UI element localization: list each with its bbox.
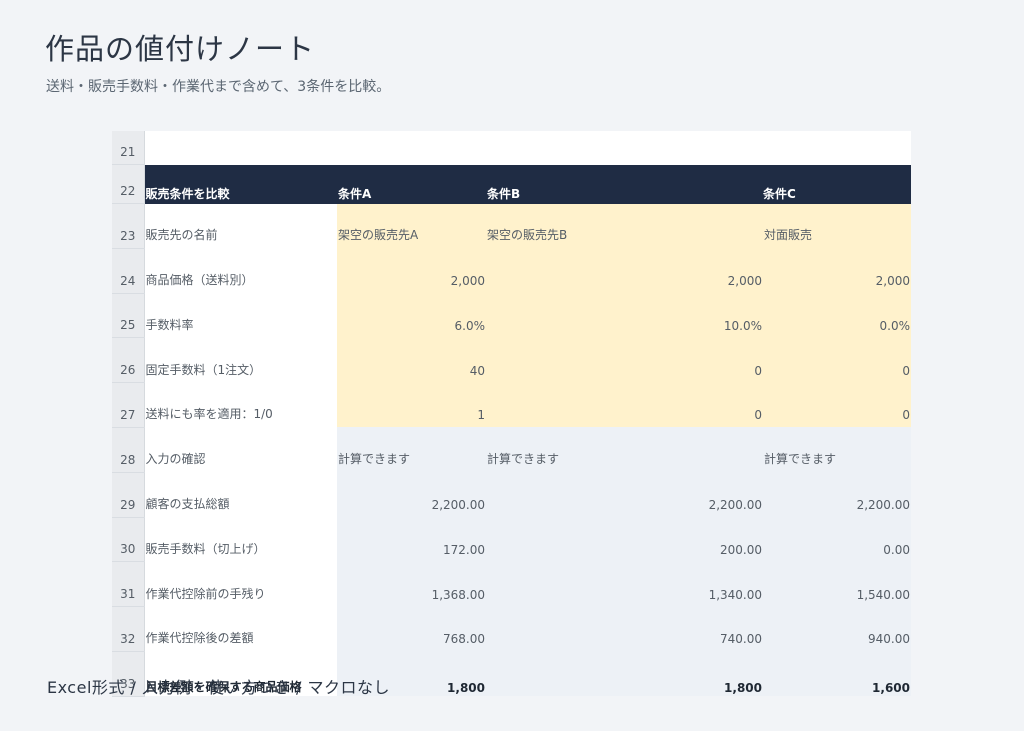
calc-cell[interactable]: 940.00 — [763, 606, 911, 652]
calc-cell[interactable]: 740.00 — [486, 606, 763, 652]
row-number[interactable]: 31 — [112, 561, 145, 608]
page-subtitle: 送料・販売手数料・作業代まで含めて、3条件を比較。 — [46, 79, 391, 95]
header-cell-condition-a[interactable]: 条件A — [337, 164, 486, 204]
table-row: 26 固定手数料（1注文） 40 0 0 — [112, 337, 911, 384]
row-label[interactable]: 作業代控除前の手残り — [144, 561, 337, 607]
table-row: 29 顧客の支払総額 2,200.00 2,200.00 2,200.00 — [112, 472, 911, 518]
row-number[interactable]: 25 — [112, 293, 145, 339]
cell[interactable] — [337, 131, 486, 165]
input-cell[interactable]: 2,000 — [486, 248, 763, 294]
row-number[interactable]: 27 — [112, 382, 145, 428]
calc-cell[interactable]: 768.00 — [337, 606, 486, 652]
row-number[interactable]: 23 — [112, 203, 145, 249]
row-number[interactable]: 32 — [112, 606, 145, 652]
input-cell[interactable]: 架空の販売先A — [337, 203, 486, 249]
table-row: 27 送料にも率を適用：1/0 1 0 0 — [112, 382, 911, 428]
input-cell[interactable]: 6.0% — [337, 293, 486, 338]
calc-cell[interactable]: 172.00 — [337, 517, 486, 562]
comparison-table: 21 22 販売条件を比較 条件A 条件B 条件C 23 販売先の名前 架空の販… — [112, 131, 912, 697]
row-label[interactable]: 手数料率 — [144, 293, 337, 338]
row-number[interactable]: 29 — [112, 472, 145, 518]
header-cell-condition-b[interactable]: 条件B — [486, 164, 763, 204]
input-cell[interactable]: 10.0% — [486, 293, 763, 338]
calc-cell[interactable]: 2,200.00 — [763, 472, 911, 518]
calc-cell[interactable]: 1,540.00 — [763, 561, 911, 607]
input-cell[interactable]: 2,000 — [763, 248, 911, 294]
table-row: 28 入力の確認 計算できます 計算できます 計算できます — [112, 427, 911, 473]
input-cell[interactable]: 0 — [486, 337, 763, 383]
row-label[interactable]: 作業代控除後の差額 — [144, 606, 337, 652]
table-row: 21 — [112, 131, 911, 165]
row-number[interactable]: 24 — [112, 248, 145, 294]
header-cell-condition-c[interactable]: 条件C — [763, 164, 911, 204]
table-row: 32 作業代控除後の差額 768.00 740.00 940.00 — [112, 606, 911, 652]
table-row: 24 商品価格（送料別） 2,000 2,000 2,000 — [112, 248, 911, 294]
row-label[interactable]: 販売手数料（切上げ） — [144, 517, 337, 562]
row-number[interactable]: 22 — [112, 164, 145, 204]
cell[interactable] — [144, 131, 337, 165]
row-label[interactable]: 入力の確認 — [144, 427, 337, 473]
input-cell[interactable]: 0.0% — [763, 293, 911, 338]
page-title: 作品の値付けノート — [45, 32, 316, 66]
calc-cell[interactable]: 1,800 — [486, 651, 763, 697]
calc-cell[interactable]: 1,340.00 — [486, 561, 763, 607]
cell[interactable] — [486, 131, 763, 165]
calc-cell[interactable]: 0.00 — [763, 517, 911, 562]
table-row: 30 販売手数料（切上げ） 172.00 200.00 0.00 — [112, 517, 911, 563]
input-cell[interactable]: 対面販売 — [763, 203, 911, 249]
row-number[interactable]: 30 — [112, 517, 145, 563]
spreadsheet-preview: 21 22 販売条件を比較 条件A 条件B 条件C 23 販売先の名前 架空の販… — [112, 131, 911, 697]
cell[interactable] — [763, 131, 911, 165]
table-row: 23 販売先の名前 架空の販売先A 架空の販売先B 対面販売 — [112, 203, 911, 249]
input-cell[interactable]: 0 — [763, 382, 911, 428]
row-number[interactable]: 26 — [112, 337, 145, 384]
row-label[interactable]: 送料にも率を適用：1/0 — [144, 382, 337, 428]
calc-cell[interactable]: 計算できます — [337, 427, 486, 473]
input-cell[interactable]: 40 — [337, 337, 486, 383]
input-cell[interactable]: 0 — [486, 382, 763, 428]
calc-cell[interactable]: 1,368.00 — [337, 561, 486, 607]
calc-cell[interactable]: 1,600 — [763, 651, 911, 697]
calc-cell[interactable]: 計算できます — [486, 427, 763, 473]
row-number[interactable]: 21 — [112, 131, 145, 165]
input-cell[interactable]: 0 — [763, 337, 911, 383]
calc-cell[interactable]: 2,200.00 — [337, 472, 486, 518]
row-label[interactable]: 顧客の支払総額 — [144, 472, 337, 518]
calc-cell[interactable]: 2,200.00 — [486, 472, 763, 518]
row-label[interactable]: 商品価格（送料別） — [144, 248, 337, 294]
header-cell-label[interactable]: 販売条件を比較 — [144, 164, 337, 204]
table-header-row: 22 販売条件を比較 条件A 条件B 条件C — [112, 164, 911, 204]
table-row: 31 作業代控除前の手残り 1,368.00 1,340.00 1,540.00 — [112, 561, 911, 608]
row-number[interactable]: 28 — [112, 427, 145, 473]
calc-cell[interactable]: 計算できます — [763, 427, 911, 473]
table-row: 25 手数料率 6.0% 10.0% 0.0% — [112, 293, 911, 339]
calc-cell[interactable]: 200.00 — [486, 517, 763, 562]
row-label[interactable]: 固定手数料（1注文） — [144, 337, 337, 383]
input-cell[interactable]: 架空の販売先B — [486, 203, 763, 249]
row-label[interactable]: 販売先の名前 — [144, 203, 337, 249]
input-cell[interactable]: 2,000 — [337, 248, 486, 294]
feature-footer: Excel形式 / 入力例・使い方つき / マクロなし — [47, 678, 391, 697]
input-cell[interactable]: 1 — [337, 382, 486, 428]
